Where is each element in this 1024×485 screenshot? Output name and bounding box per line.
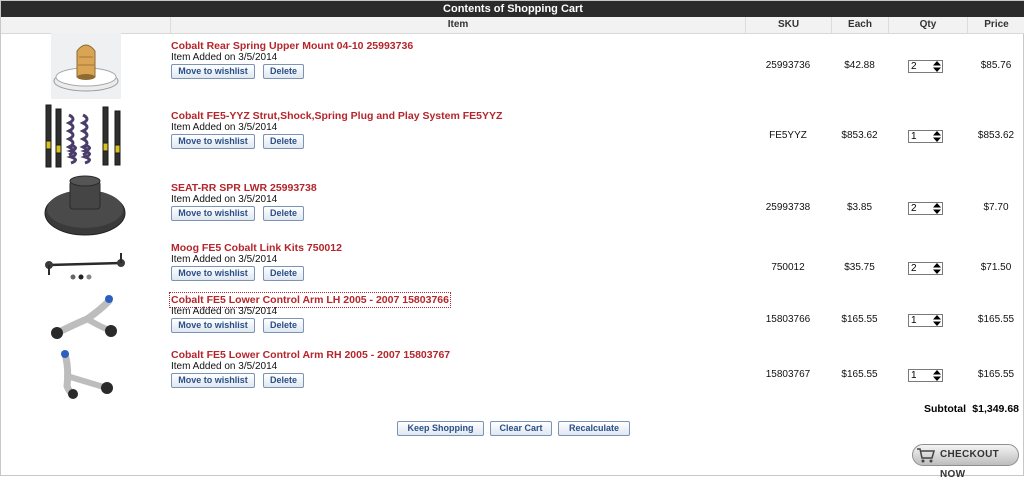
spinner-arrows-icon [933, 203, 941, 214]
item-line-price: $71.50 [980, 262, 1012, 273]
recalculate-button[interactable]: Recalculate [558, 421, 630, 436]
item-added-date: Item Added on 3/5/2014 [171, 254, 278, 265]
delete-button[interactable]: Delete [263, 373, 304, 388]
spinner-arrows-icon [933, 131, 941, 142]
quantity-value: 2 [911, 203, 917, 214]
checkout-now-button[interactable]: CHECKOUT NOW [912, 444, 1019, 480]
item-line-price: $7.70 [983, 202, 1009, 213]
item-each-price: $165.55 [841, 369, 878, 380]
quantity-select[interactable]: 2 [908, 60, 943, 73]
quantity-value: 1 [911, 131, 917, 142]
item-each-price: $42.88 [844, 60, 875, 71]
item-added-date: Item Added on 3/5/2014 [171, 306, 278, 317]
clear-cart-button[interactable]: Clear Cart [490, 421, 552, 436]
spinner-arrows-icon [933, 370, 941, 381]
spinner-arrows-icon [933, 61, 941, 72]
item-name-link[interactable]: Cobalt FE5 Lower Control Arm LH 2005 - 2… [169, 292, 451, 308]
item-added-date: Item Added on 3/5/2014 [171, 361, 278, 372]
item-name-link[interactable]: SEAT-RR SPR LWR 25993738 [171, 182, 317, 194]
quantity-value: 2 [911, 61, 917, 72]
item-line-price: $165.55 [977, 369, 1015, 380]
delete-button[interactable]: Delete [263, 206, 304, 221]
item-sku: 15803766 [765, 314, 811, 325]
move-to-wishlist-button[interactable]: Move to wishlist [171, 206, 255, 221]
quantity-select[interactable]: 1 [908, 314, 943, 327]
column-header-item: Item [170, 17, 745, 33]
control-arm-rh-image[interactable] [43, 346, 127, 400]
quantity-select[interactable]: 2 [908, 202, 943, 215]
quantity-select[interactable]: 1 [908, 130, 943, 143]
item-each-price: $853.62 [841, 130, 878, 141]
checkout-now-label: CHECKOUT NOW [940, 449, 1000, 480]
cart-header-row: Item SKU Each Qty Price [1, 17, 1024, 34]
item-added-date: Item Added on 3/5/2014 [171, 194, 278, 205]
move-to-wishlist-button[interactable]: Move to wishlist [171, 318, 255, 333]
column-header-qty: Qty [888, 17, 967, 33]
delete-button[interactable]: Delete [263, 318, 304, 333]
item-added-date: Item Added on 3/5/2014 [171, 122, 278, 133]
delete-button[interactable]: Delete [263, 64, 304, 79]
sway-bar-link-image[interactable] [43, 245, 127, 285]
column-header-sku: SKU [745, 17, 831, 33]
shopping-cart-panel: Contents of Shopping Cart Item SKU Each … [0, 0, 1024, 480]
move-to-wishlist-button[interactable]: Move to wishlist [171, 134, 255, 149]
item-sku: 750012 [771, 262, 805, 273]
quantity-value: 1 [911, 370, 917, 381]
item-each-price: $3.85 [846, 202, 873, 213]
item-sku: 15803767 [765, 369, 811, 380]
control-arm-lh-image[interactable] [43, 293, 127, 343]
spinner-arrows-icon [933, 263, 941, 274]
subtotal-value: $1,349.68 [972, 403, 1019, 415]
move-to-wishlist-button[interactable]: Move to wishlist [171, 64, 255, 79]
keep-shopping-button[interactable]: Keep Shopping [397, 421, 484, 436]
move-to-wishlist-button[interactable]: Move to wishlist [171, 373, 255, 388]
quantity-value: 2 [911, 263, 917, 274]
delete-button[interactable]: Delete [263, 266, 304, 281]
item-line-price: $853.62 [977, 130, 1015, 141]
item-added-date: Item Added on 3/5/2014 [171, 52, 278, 63]
item-line-price: $165.55 [977, 314, 1015, 325]
spring-mount-image[interactable] [43, 33, 127, 99]
item-sku: 25993738 [765, 202, 811, 213]
column-header-price: Price [967, 17, 1024, 33]
item-each-price: $35.75 [844, 262, 875, 273]
quantity-value: 1 [911, 315, 917, 326]
item-name-link[interactable]: Cobalt FE5-YYZ Strut,Shock,Spring Plug a… [171, 110, 502, 122]
spring-seat-image[interactable] [43, 175, 127, 239]
delete-button[interactable]: Delete [263, 134, 304, 149]
item-sku: 25993736 [765, 60, 811, 71]
quantity-select[interactable]: 1 [908, 369, 943, 382]
coilover-kit-image[interactable] [43, 101, 127, 173]
item-sku: FE5YYZ [769, 130, 807, 141]
item-each-price: $165.55 [841, 314, 878, 325]
cart-title: Contents of Shopping Cart [1, 1, 1024, 17]
column-header-each: Each [831, 17, 888, 33]
item-name-link[interactable]: Moog FE5 Cobalt Link Kits 750012 [171, 242, 342, 254]
shopping-cart-icon [917, 448, 935, 463]
quantity-select[interactable]: 2 [908, 262, 943, 275]
subtotal-label: Subtotal [924, 403, 966, 415]
spinner-arrows-icon [933, 315, 941, 326]
item-name-link[interactable]: Cobalt Rear Spring Upper Mount 04-10 259… [171, 40, 413, 52]
item-line-price: $85.76 [980, 60, 1012, 71]
item-name-link[interactable]: Cobalt FE5 Lower Control Arm RH 2005 - 2… [171, 349, 450, 361]
move-to-wishlist-button[interactable]: Move to wishlist [171, 266, 255, 281]
